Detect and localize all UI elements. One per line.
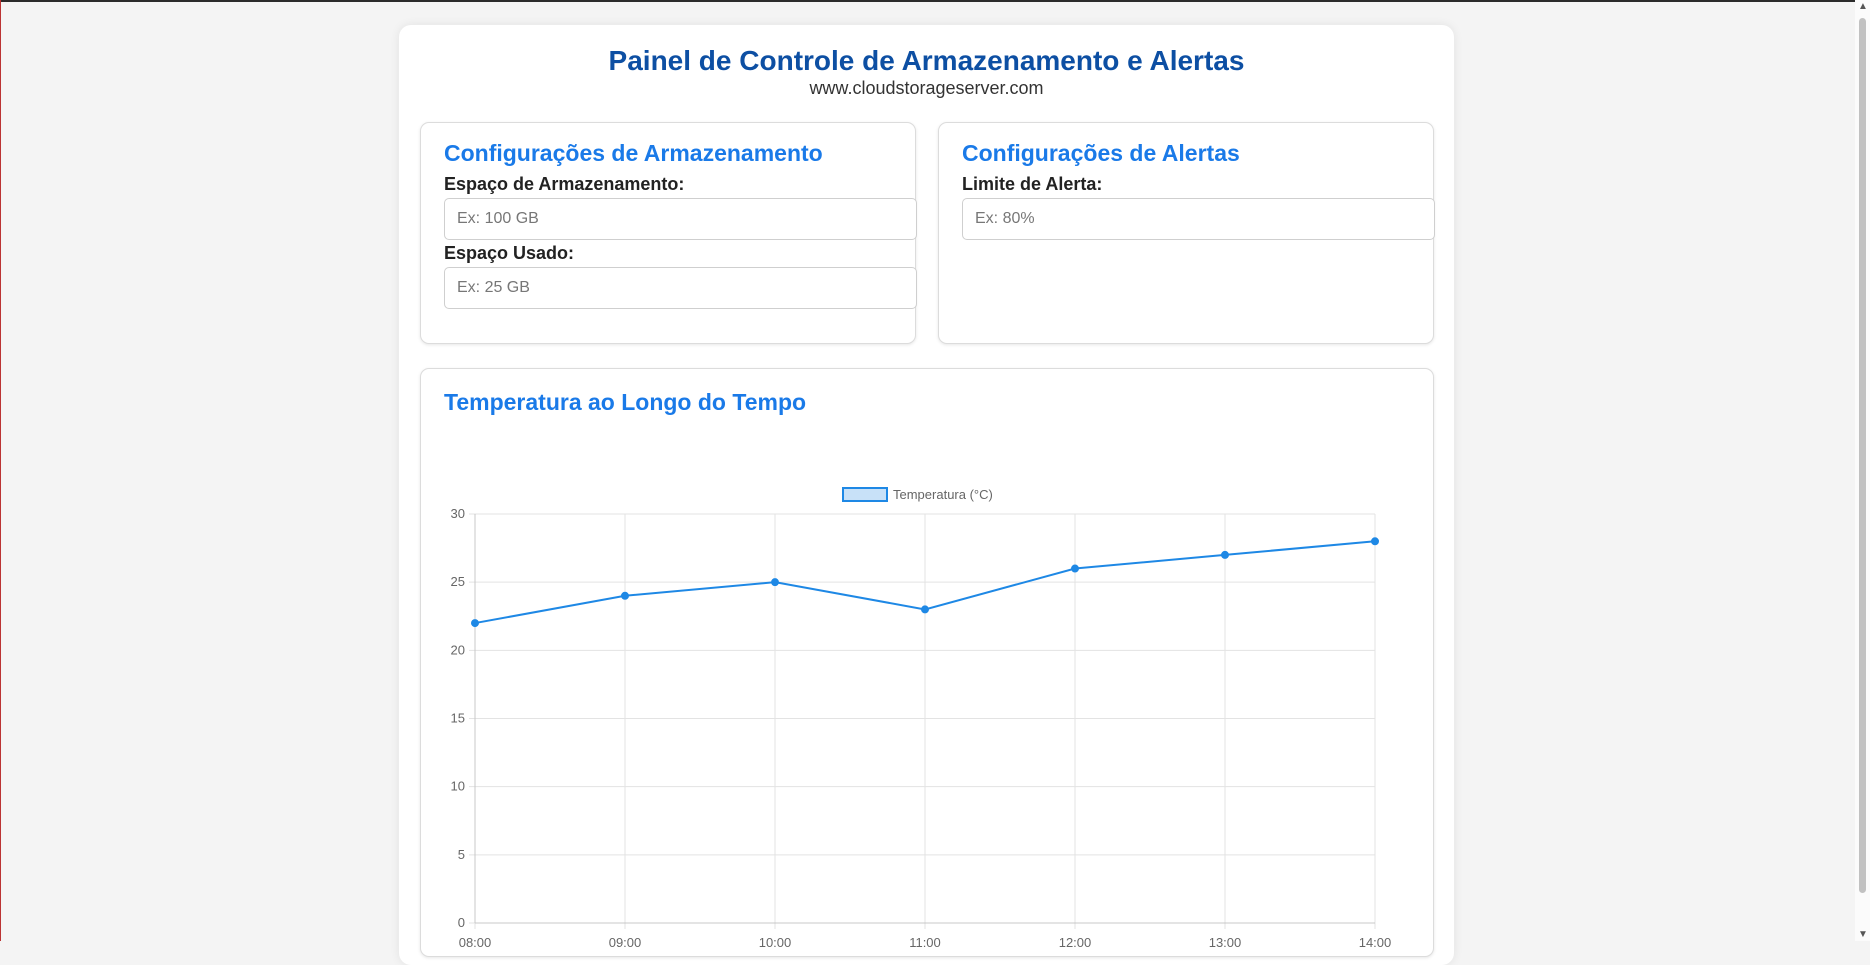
- storage-settings-card: Configurações de Armazenamento Espaço de…: [420, 122, 917, 344]
- y-tick-label: 5: [458, 847, 465, 862]
- data-point: [921, 605, 929, 614]
- storage-space-label: Espaço de Armazenamento:: [444, 174, 685, 194]
- scrollbar-thumb[interactable]: [1859, 18, 1866, 893]
- data-point: [771, 578, 779, 587]
- x-tick-label: 14:00: [1359, 935, 1392, 950]
- data-point: [471, 619, 479, 628]
- alert-limit-label: Limite de Alerta:: [962, 174, 1103, 194]
- used-space-label: Espaço Usado:: [444, 243, 575, 263]
- window-top-edge: [0, 0, 1870, 2]
- x-tick-label: 12:00: [1059, 935, 1092, 950]
- data-point: [1371, 537, 1379, 546]
- chevron-down-icon[interactable]: ▼: [1858, 929, 1868, 940]
- alert-limit-input[interactable]: [962, 198, 1435, 240]
- y-tick-label: 0: [458, 915, 465, 930]
- x-tick-label: 08:00: [459, 935, 492, 950]
- y-tick-label: 20: [451, 642, 465, 657]
- legend-label: Temperatura (°C): [893, 487, 993, 502]
- x-tick-label: 10:00: [759, 935, 792, 950]
- chart-section-title: Temperatura ao Longo do Tempo: [444, 389, 807, 415]
- y-tick-label: 10: [451, 779, 465, 794]
- y-tick-label: 15: [451, 711, 465, 726]
- page-title: Painel de Controle de Armazenamento e Al…: [608, 45, 1245, 76]
- x-tick-label: 11:00: [909, 935, 941, 950]
- storage-space-input[interactable]: [444, 198, 917, 240]
- window-left-edge: [0, 0, 1, 941]
- alert-settings-title: Configurações de Alertas: [962, 140, 1240, 166]
- dashboard-container: Painel de Controle de Armazenamento e Al…: [399, 25, 1454, 965]
- temperature-chart: 0 5 10 15 20 25 30 08:00 09:00 10:00 11:00 12:00 13:…: [451, 487, 1392, 950]
- alert-settings-card: Configurações de Alertas Limite de Alert…: [938, 122, 1435, 344]
- y-tick-label: 25: [451, 574, 465, 589]
- x-tick-label: 13:00: [1209, 935, 1242, 950]
- legend-swatch: [842, 487, 888, 502]
- vertical-scrollbar[interactable]: ▲ ▼: [1855, 0, 1870, 941]
- x-tick-label: 09:00: [609, 935, 642, 950]
- y-tick-label: 30: [451, 506, 465, 521]
- storage-settings-title: Configurações de Armazenamento: [444, 140, 823, 166]
- temperature-chart-card: Temperatura ao Longo do Tempo 0 5 10 15 20 25…: [420, 368, 1434, 957]
- data-point: [621, 591, 629, 600]
- data-point: [1221, 550, 1229, 559]
- data-point: [1071, 564, 1079, 573]
- page-subtitle: www.cloudstorageserver.com: [809, 78, 1044, 98]
- chevron-up-icon[interactable]: ▲: [1858, 1, 1868, 12]
- used-space-input[interactable]: [444, 267, 917, 309]
